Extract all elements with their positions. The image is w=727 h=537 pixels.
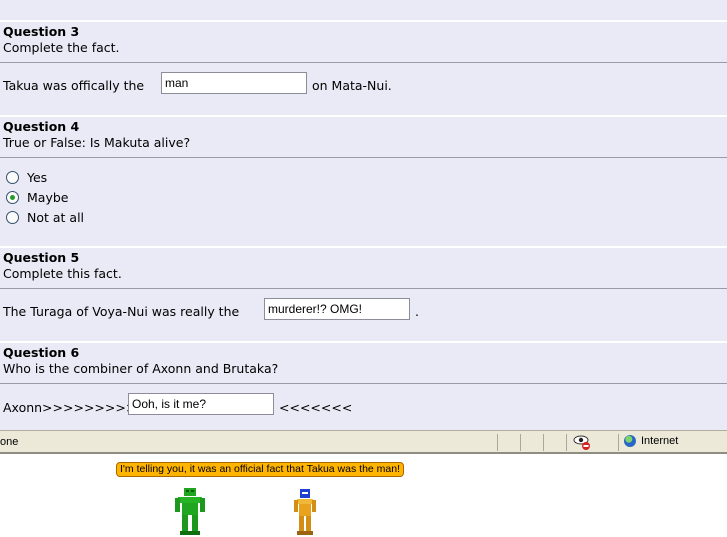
privacy-eye-icon[interactable] — [572, 434, 594, 451]
question-3-text-after: on Mata-Nui. — [312, 78, 392, 93]
security-zone[interactable]: Internet — [624, 435, 678, 447]
section-separator — [0, 115, 727, 117]
radio-label: Maybe — [27, 189, 69, 205]
radio-label: Yes — [27, 169, 48, 185]
question-5-answer-input[interactable]: murderer!? OMG! — [264, 298, 410, 320]
section-separator — [0, 20, 727, 22]
zone-label: Internet — [641, 435, 679, 447]
radio-label: Not at all — [27, 209, 85, 225]
section-separator — [0, 246, 727, 248]
question-divider — [0, 383, 727, 384]
question-5-text-before: The Turaga of Voya-Nui was really the — [3, 304, 240, 319]
question-3-instruction: Complete the fact. — [3, 40, 120, 55]
section-separator — [0, 341, 727, 343]
question-5-instruction: Complete this fact. — [3, 266, 122, 281]
question-divider — [0, 288, 727, 289]
question-divider — [0, 157, 727, 158]
question-4-instruction: True or False: Is Makuta alive? — [3, 135, 191, 150]
question-6-text-before: Axonn>>>>>>>>> — [3, 400, 137, 415]
browser-status-bar: one Internet — [0, 430, 727, 454]
status-divider — [543, 434, 544, 451]
question-6-answer-input[interactable]: Ooh, is it me? — [128, 393, 274, 415]
page-content: Question 3 Complete the fact. Takua was … — [0, 0, 727, 430]
status-divider — [497, 434, 498, 451]
radio-button[interactable] — [6, 210, 19, 224]
status-divider — [520, 434, 521, 451]
question-5-text-after: . — [415, 304, 419, 319]
question-3-answer-input[interactable]: man — [161, 72, 307, 94]
question-6-text-after: <<<<<<< — [279, 400, 353, 415]
question-3-title: Question 3 — [3, 24, 80, 39]
status-divider — [566, 434, 567, 451]
status-divider — [618, 434, 619, 451]
question-divider — [0, 62, 727, 63]
question-4-title: Question 4 — [3, 119, 80, 134]
radio-button-checked[interactable] — [6, 190, 19, 204]
question-6-title: Question 6 — [3, 345, 80, 360]
question-5-title: Question 5 — [3, 250, 80, 265]
question-3-text-before: Takua was offically the — [3, 78, 145, 93]
radio-option-maybe[interactable]: Maybe — [6, 189, 68, 205]
status-text: one — [0, 436, 19, 448]
question-6-instruction: Who is the combiner of Axonn and Brutaka… — [3, 361, 279, 376]
radio-option-not-at-all[interactable]: Not at all — [6, 209, 84, 225]
speech-bubble: I'm telling you, it was an official fact… — [116, 462, 405, 477]
orange-figure-icon — [294, 489, 316, 535]
globe-icon — [624, 435, 636, 447]
radio-option-yes[interactable]: Yes — [6, 169, 47, 185]
radio-button[interactable] — [6, 170, 19, 184]
green-figure-icon — [175, 488, 205, 535]
